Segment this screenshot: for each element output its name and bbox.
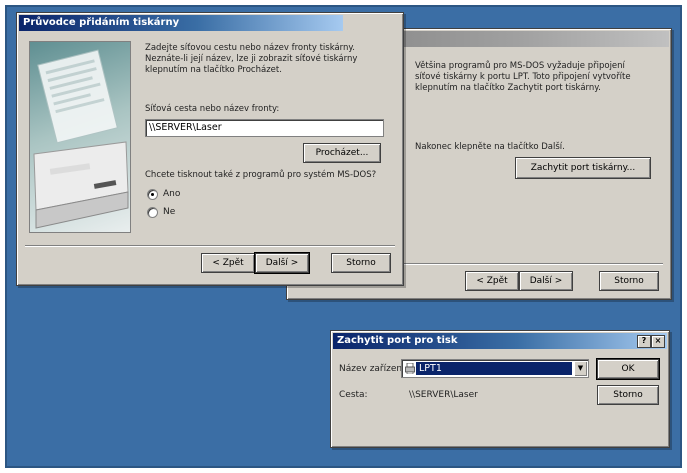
browse-button[interactable]: Procházet... [303, 143, 381, 163]
network-path-label: Síťová cesta nebo název fronty: [145, 104, 280, 114]
capture-port-dialog: Zachytit port pro tisk ? × Název zařízen… [330, 330, 670, 448]
background-next-button[interactable]: Další > [519, 271, 573, 291]
path-value: \\SERVER\Laser [409, 390, 478, 400]
background-back-button[interactable]: < Zpět [465, 271, 519, 291]
wizard-intro-text: Zadejte síťovou cestu nebo název fronty … [145, 43, 358, 75]
capture-port-button[interactable]: Zachytit port tiskárny... [515, 157, 651, 179]
msdos-question: Chcete tisknout také z programů pro syst… [145, 170, 377, 180]
cancel-button[interactable]: Storno [331, 253, 391, 273]
printer-icon [405, 363, 415, 374]
network-path-input[interactable]: \\SERVER\Laser [145, 119, 384, 137]
next-button[interactable]: Další > [255, 253, 309, 273]
chevron-down-icon[interactable]: ▼ [574, 361, 587, 376]
radio-yes-label[interactable]: Ano [163, 188, 180, 200]
capture-dialog-titlebar[interactable]: Zachytit port pro tisk [333, 333, 667, 349]
radio-no[interactable] [147, 207, 158, 218]
back-button[interactable]: < Zpět [201, 253, 255, 273]
device-name-label: Název zařízení: [339, 364, 408, 374]
capture-cancel-button[interactable]: Storno [597, 385, 659, 405]
background-wizard-text-lpt: Většina programů pro MS-DOS vyžaduje při… [415, 61, 631, 93]
help-icon[interactable]: ? [637, 335, 651, 348]
ok-button[interactable]: OK [597, 359, 659, 379]
add-printer-wizard-window: Průvodce přidáním tiskárny Zadejte síťov… [16, 12, 404, 286]
background-cancel-button[interactable]: Storno [599, 271, 659, 291]
close-icon[interactable]: × [651, 335, 665, 348]
background-wizard-text-next: Nakonec klepněte na tlačítko Další. [415, 142, 565, 152]
printer-illustration [29, 41, 131, 233]
path-label: Cesta: [339, 390, 368, 400]
wizard-separator [25, 245, 395, 247]
device-name-value: LPT1 [416, 362, 572, 375]
radio-yes[interactable] [147, 189, 158, 200]
device-name-combo[interactable]: LPT1 ▼ [401, 359, 589, 378]
radio-no-label[interactable]: Ne [163, 206, 175, 218]
screenshot-frame: Většina programů pro MS-DOS vyžaduje při… [0, 0, 687, 473]
add-printer-wizard-titlebar[interactable]: Průvodce přidáním tiskárny [19, 15, 343, 31]
